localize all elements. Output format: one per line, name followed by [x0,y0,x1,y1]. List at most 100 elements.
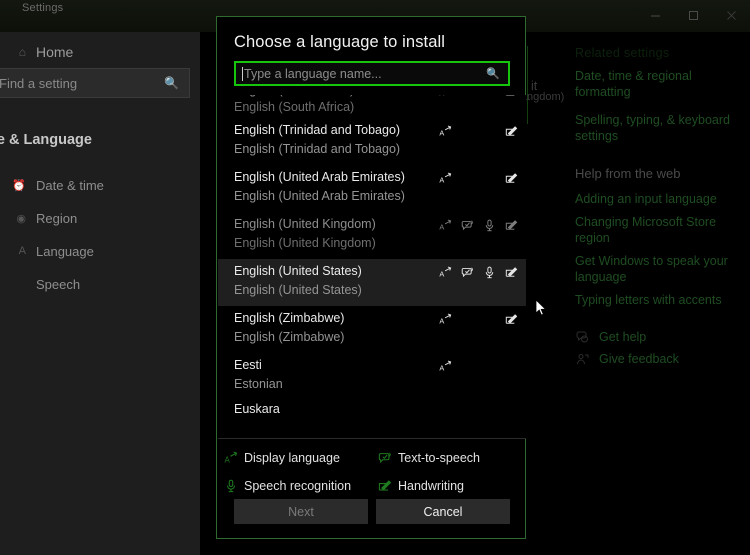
next-button[interactable]: Next [234,499,368,524]
language-capability-icons: A [439,170,518,186]
help-from-web-heading: Help from the web [575,166,681,181]
help-chat-icon [575,331,589,344]
get-help-label: Get help [599,330,647,344]
legend-item-label: Speech recognition [244,479,352,493]
globe-icon: ◉ [16,212,26,225]
svg-text:A: A [439,316,444,325]
language-search-input[interactable]: Type a language name... 🔍 [234,61,510,86]
related-link-spelling-typing-keyboard[interactable]: Spelling, typing, & keyboard settings [575,112,750,144]
minimize-icon[interactable] [636,0,674,30]
sidebar-heading: me & Language [0,132,92,148]
display-language-icon: A [439,172,452,185]
language-native-name: Eesti [234,358,262,372]
find-a-setting-placeholder: Find a setting [0,75,78,91]
language-list-item[interactable]: Euskara [218,400,526,416]
svg-text:A: A [439,175,444,184]
maximize-icon[interactable] [674,0,712,30]
speech-recognition-icon [218,479,244,493]
display-language-icon: A [439,95,452,98]
dialog-title: Choose a language to install [234,33,446,51]
sidebar: ⌂ Home Find a setting 🔍 me & Language ⏰ … [0,32,200,555]
search-icon: 🔍 [164,76,179,90]
language-english-name: English (South Africa) [234,100,355,114]
language-english-name: English (United Kingdom) [234,236,376,250]
handwriting-icon [505,219,518,232]
sidebar-item-language[interactable]: A Language [0,238,200,264]
svg-text:A: A [439,269,444,278]
text-caret [242,66,243,81]
search-icon: 🔍 [486,68,500,80]
language-list-item[interactable]: Eesti Estonian A [218,353,526,400]
cancel-button[interactable]: Cancel [376,499,510,524]
language-capability-icons: A [439,311,518,327]
related-link-date-time-regional[interactable]: Date, time & regional formatting [575,68,750,100]
legend-item-label: Display language [244,451,340,465]
sidebar-item-region[interactable]: ◉ Region [0,205,200,231]
language-list-item[interactable]: English (United States) English (United S… [218,259,526,306]
svg-text:A: A [439,128,444,137]
handwriting-icon [372,479,398,493]
language-list-item[interactable]: English (United Kingdom) English (United … [218,212,526,259]
sidebar-item-home[interactable]: ⌂ Home [0,37,200,67]
handwriting-icon [505,95,518,98]
help-link-typing-letters-accents[interactable]: Typing letters with accents [575,292,750,308]
handwriting-icon [505,172,518,185]
handwriting-icon [505,313,518,326]
language-english-name: English (Trinidad and Tobago) [234,142,401,156]
sidebar-item-home-label: Home [36,44,74,60]
display-language-icon: A [439,313,452,326]
language-english-name: Estonian [234,377,283,391]
handwriting-icon [505,266,518,279]
give-feedback-link[interactable]: Give feedback [575,352,750,366]
svg-text:A: A [224,455,230,464]
legend-item-label: Text-to-speech [398,451,480,465]
window-title: Settings [22,2,64,14]
clock-icon: ⏰ [12,179,26,192]
text-to-speech-icon [372,451,398,465]
language-english-name: English (United Arab Emirates) [234,189,405,203]
language-english-name: English (United States) [234,283,362,297]
language-capability-icons: A [439,358,518,374]
language-list-item[interactable]: English (South Africa) English (South Afr… [218,95,526,118]
language-native-name: English (United States) [234,264,362,278]
help-link-adding-input-language[interactable]: Adding an input language [575,191,750,207]
list-divider [218,438,526,439]
screen: Settings ⌂ Home Find a setting 🔍 e & Lan… [0,0,750,555]
close-icon[interactable] [712,0,750,30]
language-native-name: English (Trinidad and Tobago) [234,123,401,137]
language-list-item[interactable]: English (United Arab Emirates) English (U… [218,165,526,212]
sidebar-item-region-label: Region [36,210,78,226]
sidebar-item-date-time-label: Date & time [36,177,104,193]
language-list-item[interactable]: English (Zimbabwe) English (Zimbabwe) A [218,306,526,353]
speech-recognition-icon [483,219,496,232]
get-help-link[interactable]: Get help [575,330,750,344]
legend-item: A Display language [218,445,372,471]
choose-language-dialog: Choose a language to install Type a lang… [216,16,547,539]
display-language-icon: A [439,219,452,232]
help-link-changing-store-region[interactable]: Changing Microsoft Store region [575,214,750,246]
language-native-name: Euskara [234,402,280,416]
feedback-icon [575,353,589,366]
sidebar-item-date-time[interactable]: ⏰ Date & time [0,172,200,198]
svg-text:A: A [439,222,444,231]
right-panel: Related settings Date, time & regional f… [575,46,750,366]
content-divider [527,46,528,124]
language-capability-icons: A [439,123,518,139]
display-language-icon: A [439,266,452,279]
find-a-setting-input[interactable]: Find a setting 🔍 [0,68,190,98]
give-feedback-label: Give feedback [599,352,679,366]
legend-item: Speech recognition [218,473,372,499]
sidebar-item-speech[interactable]: Speech [0,271,200,297]
svg-text:A: A [439,363,444,372]
text-to-speech-icon [461,266,474,279]
legend-item: Handwriting [372,473,526,499]
language-list[interactable]: English (South Africa) English (South Afr… [218,95,526,438]
language-native-name: English (United Arab Emirates) [234,170,405,184]
legend-item: Text-to-speech [372,445,526,471]
help-link-windows-speak-language[interactable]: Get Windows to speak your language [575,253,750,285]
display-language-icon: A [439,360,452,373]
window-controls [636,0,750,30]
language-list-item[interactable]: English (Trinidad and Tobago) English (Tr… [218,118,526,165]
home-icon: ⌂ [18,45,26,59]
display-language-icon: A [218,451,244,465]
